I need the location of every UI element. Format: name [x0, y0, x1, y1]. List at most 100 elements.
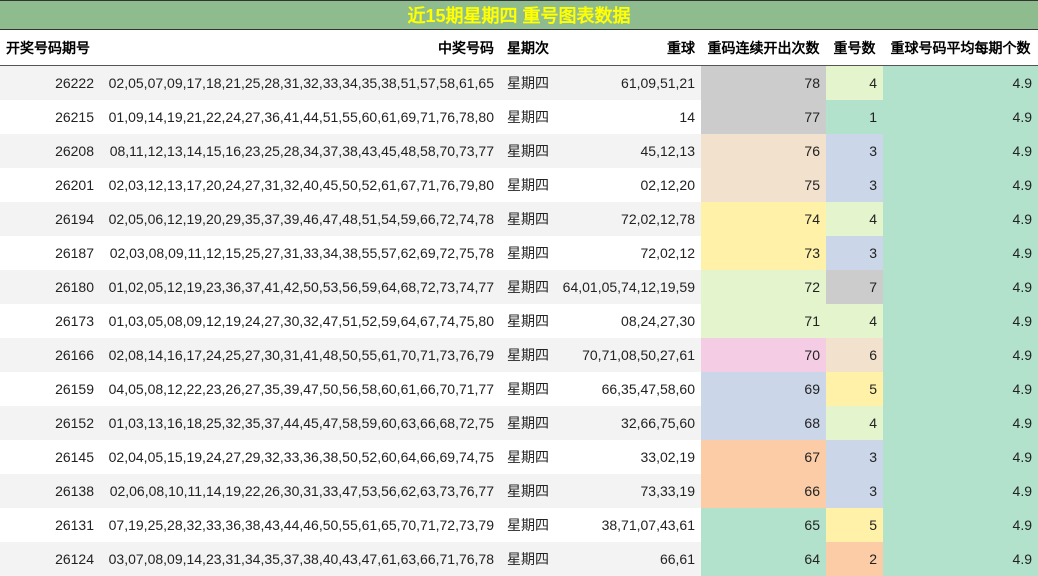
cell-weekday[interactable]: 星期四 [500, 508, 556, 542]
cell-numbers[interactable]: 04,05,08,12,22,23,26,27,35,39,47,50,56,5… [100, 372, 500, 406]
cell-numbers[interactable]: 07,19,25,28,32,33,36,38,43,44,46,50,55,6… [100, 508, 500, 542]
cell-count[interactable]: 6 [826, 338, 883, 372]
cell-consecutive[interactable]: 70 [701, 338, 826, 372]
cell-average[interactable]: 4.9 [883, 508, 1038, 542]
cell-consecutive[interactable]: 78 [701, 65, 826, 100]
cell-repeat[interactable]: 33,02,19 [556, 440, 701, 474]
cell-count[interactable]: 4 [826, 65, 883, 100]
table-row[interactable]: 26180 01,02,05,12,19,23,36,37,41,42,50,53… [0, 270, 1038, 304]
cell-consecutive[interactable]: 73 [701, 236, 826, 270]
cell-count[interactable]: 4 [826, 304, 883, 338]
cell-weekday[interactable]: 星期四 [500, 134, 556, 168]
table-row[interactable]: 26208 08,11,12,13,14,15,16,23,25,28,34,37… [0, 134, 1038, 168]
cell-repeat[interactable]: 38,71,07,43,61 [556, 508, 701, 542]
cell-count[interactable]: 1 [826, 100, 883, 134]
cell-weekday[interactable]: 星期四 [500, 236, 556, 270]
cell-weekday[interactable]: 星期四 [500, 202, 556, 236]
cell-issue[interactable]: 26152 [0, 406, 100, 440]
cell-issue[interactable]: 26222 [0, 65, 100, 100]
cell-weekday[interactable]: 星期四 [500, 304, 556, 338]
cell-issue[interactable]: 26124 [0, 542, 100, 576]
cell-count[interactable]: 5 [826, 508, 883, 542]
table-row[interactable]: 26138 02,06,08,10,11,14,19,22,26,30,31,33… [0, 474, 1038, 508]
cell-issue[interactable]: 26131 [0, 508, 100, 542]
cell-numbers[interactable]: 02,04,05,15,19,24,27,29,32,33,36,38,50,5… [100, 440, 500, 474]
cell-consecutive[interactable]: 67 [701, 440, 826, 474]
cell-consecutive[interactable]: 75 [701, 168, 826, 202]
cell-average[interactable]: 4.9 [883, 134, 1038, 168]
cell-average[interactable]: 4.9 [883, 440, 1038, 474]
cell-repeat[interactable]: 64,01,05,74,12,19,59 [556, 270, 701, 304]
cell-average[interactable]: 4.9 [883, 372, 1038, 406]
cell-numbers[interactable]: 08,11,12,13,14,15,16,23,25,28,34,37,38,4… [100, 134, 500, 168]
cell-consecutive[interactable]: 69 [701, 372, 826, 406]
cell-weekday[interactable]: 星期四 [500, 474, 556, 508]
cell-numbers[interactable]: 02,05,06,12,19,20,29,35,37,39,46,47,48,5… [100, 202, 500, 236]
table-row[interactable]: 26187 02,03,08,09,11,12,15,25,27,31,33,34… [0, 236, 1038, 270]
cell-repeat[interactable]: 45,12,13 [556, 134, 701, 168]
cell-count[interactable]: 3 [826, 440, 883, 474]
cell-weekday[interactable]: 星期四 [500, 338, 556, 372]
cell-consecutive[interactable]: 76 [701, 134, 826, 168]
cell-numbers[interactable]: 02,03,08,09,11,12,15,25,27,31,33,34,38,5… [100, 236, 500, 270]
cell-issue[interactable]: 26166 [0, 338, 100, 372]
header-issue[interactable]: 开奖号码期号 [0, 30, 100, 66]
cell-numbers[interactable]: 01,03,05,08,09,12,19,24,27,30,32,47,51,5… [100, 304, 500, 338]
table-row[interactable]: 26124 03,07,08,09,14,23,31,34,35,37,38,40… [0, 542, 1038, 576]
header-consecutive[interactable]: 重码连续开出次数 [701, 30, 826, 66]
cell-count[interactable]: 3 [826, 134, 883, 168]
cell-average[interactable]: 4.9 [883, 100, 1038, 134]
cell-average[interactable]: 4.9 [883, 65, 1038, 100]
cell-weekday[interactable]: 星期四 [500, 542, 556, 576]
cell-repeat[interactable]: 61,09,51,21 [556, 65, 701, 100]
cell-issue[interactable]: 26215 [0, 100, 100, 134]
cell-average[interactable]: 4.9 [883, 542, 1038, 576]
table-row[interactable]: 26159 04,05,08,12,22,23,26,27,35,39,47,50… [0, 372, 1038, 406]
cell-numbers[interactable]: 02,03,12,13,17,20,24,27,31,32,40,45,50,5… [100, 168, 500, 202]
cell-issue[interactable]: 26159 [0, 372, 100, 406]
cell-issue[interactable]: 26208 [0, 134, 100, 168]
cell-weekday[interactable]: 星期四 [500, 406, 556, 440]
cell-numbers[interactable]: 02,06,08,10,11,14,19,22,26,30,31,33,47,5… [100, 474, 500, 508]
cell-numbers[interactable]: 01,03,13,16,18,25,32,35,37,44,45,47,58,5… [100, 406, 500, 440]
cell-numbers[interactable]: 01,02,05,12,19,23,36,37,41,42,50,53,56,5… [100, 270, 500, 304]
cell-count[interactable]: 5 [826, 372, 883, 406]
cell-average[interactable]: 4.9 [883, 474, 1038, 508]
table-row[interactable]: 26201 02,03,12,13,17,20,24,27,31,32,40,45… [0, 168, 1038, 202]
table-row[interactable]: 26194 02,05,06,12,19,20,29,35,37,39,46,47… [0, 202, 1038, 236]
cell-issue[interactable]: 26180 [0, 270, 100, 304]
cell-issue[interactable]: 26194 [0, 202, 100, 236]
cell-consecutive[interactable]: 65 [701, 508, 826, 542]
cell-average[interactable]: 4.9 [883, 168, 1038, 202]
cell-consecutive[interactable]: 72 [701, 270, 826, 304]
cell-consecutive[interactable]: 64 [701, 542, 826, 576]
table-row[interactable]: 26145 02,04,05,15,19,24,27,29,32,33,36,38… [0, 440, 1038, 474]
cell-repeat[interactable]: 73,33,19 [556, 474, 701, 508]
cell-weekday[interactable]: 星期四 [500, 440, 556, 474]
table-row[interactable]: 26222 02,05,07,09,17,18,21,25,28,31,32,33… [0, 65, 1038, 100]
cell-average[interactable]: 4.9 [883, 338, 1038, 372]
cell-repeat[interactable]: 70,71,08,50,27,61 [556, 338, 701, 372]
cell-numbers[interactable]: 02,05,07,09,17,18,21,25,28,31,32,33,34,3… [100, 65, 500, 100]
table-row[interactable]: 26215 01,09,14,19,21,22,24,27,36,41,44,51… [0, 100, 1038, 134]
cell-repeat[interactable]: 72,02,12,78 [556, 202, 701, 236]
cell-issue[interactable]: 26173 [0, 304, 100, 338]
cell-issue[interactable]: 26187 [0, 236, 100, 270]
cell-average[interactable]: 4.9 [883, 202, 1038, 236]
cell-count[interactable]: 7 [826, 270, 883, 304]
cell-count[interactable]: 2 [826, 542, 883, 576]
cell-average[interactable]: 4.9 [883, 236, 1038, 270]
cell-consecutive[interactable]: 68 [701, 406, 826, 440]
cell-repeat[interactable]: 66,61 [556, 542, 701, 576]
cell-average[interactable]: 4.9 [883, 304, 1038, 338]
table-row[interactable]: 26152 01,03,13,16,18,25,32,35,37,44,45,47… [0, 406, 1038, 440]
cell-count[interactable]: 3 [826, 236, 883, 270]
cell-repeat[interactable]: 08,24,27,30 [556, 304, 701, 338]
header-count[interactable]: 重号数 [826, 30, 883, 66]
table-row[interactable]: 26131 07,19,25,28,32,33,36,38,43,44,46,50… [0, 508, 1038, 542]
cell-repeat[interactable]: 32,66,75,60 [556, 406, 701, 440]
cell-weekday[interactable]: 星期四 [500, 168, 556, 202]
header-weekday[interactable]: 星期次 [500, 30, 556, 66]
header-average[interactable]: 重球号码平均每期个数 [883, 30, 1038, 66]
cell-numbers[interactable]: 02,08,14,16,17,24,25,27,30,31,41,48,50,5… [100, 338, 500, 372]
